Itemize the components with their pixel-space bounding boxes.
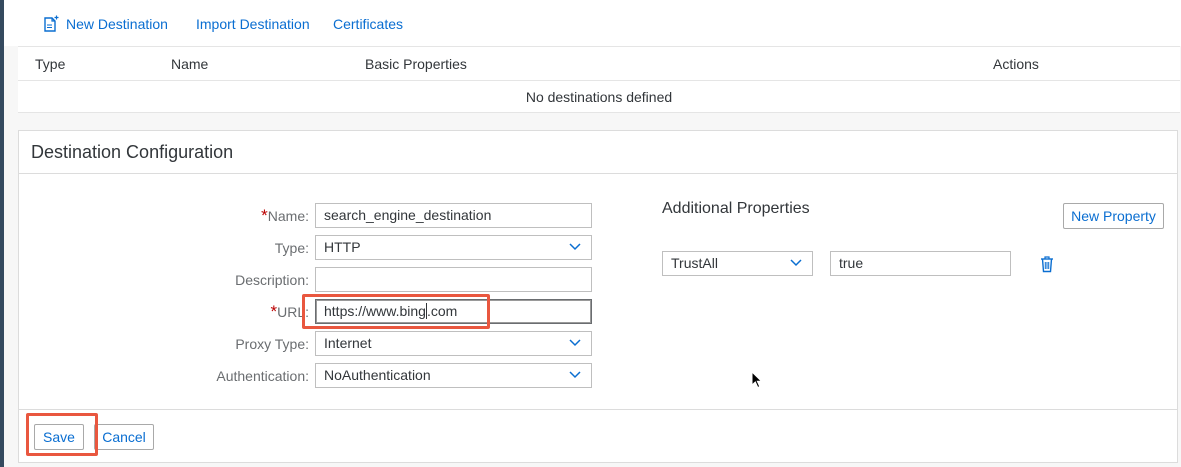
certificates-label: Certificates [333, 16, 404, 32]
proxy-type-select[interactable]: Internet [315, 331, 592, 356]
url-value-end: .com [426, 303, 458, 319]
table-header: Type Name Basic Properties Actions [18, 47, 1180, 81]
url-value-start: https://www.bing [324, 303, 426, 319]
panel-title: Destination Configuration [31, 142, 234, 162]
certificates-button[interactable]: Certificates [333, 14, 403, 34]
type-select[interactable]: HTTP [315, 235, 592, 260]
chevron-down-icon [569, 243, 581, 251]
new-destination-label: New Destination [66, 16, 168, 32]
type-select-value: HTTP [324, 239, 361, 255]
column-header-type: Type [35, 56, 66, 72]
property-value-input[interactable]: true [830, 251, 1011, 276]
chevron-down-icon [569, 371, 581, 379]
authentication-value: NoAuthentication [324, 367, 431, 383]
column-header-basic-properties: Basic Properties [365, 56, 467, 72]
panel-header: Destination Configuration [19, 131, 1177, 174]
description-input[interactable] [315, 267, 592, 292]
type-label: Type: [274, 240, 309, 256]
proxy-type-label: Proxy Type: [235, 336, 309, 352]
new-document-icon [44, 15, 59, 32]
toolbar: New Destination Import Destination Certi… [4, 0, 1181, 46]
new-property-button[interactable]: New Property [1063, 203, 1164, 229]
main-content: New Destination Import Destination Certi… [4, 0, 1181, 467]
cancel-button[interactable]: Cancel [94, 424, 154, 450]
new-destination-button[interactable]: New Destination [42, 14, 168, 34]
authentication-label: Authentication: [216, 368, 309, 384]
empty-table-message: No destinations defined [18, 81, 1180, 113]
name-input[interactable]: search_engine_destination [315, 203, 592, 228]
name-label: *Name: [19, 207, 309, 225]
additional-properties-title: Additional Properties [662, 200, 810, 217]
chevron-down-icon [790, 259, 802, 267]
required-marker: * [261, 206, 268, 225]
authentication-select[interactable]: NoAuthentication [315, 363, 592, 388]
column-header-actions: Actions [993, 56, 1039, 72]
url-label-text: URL: [277, 304, 309, 320]
url-label: *URL: [19, 303, 309, 321]
import-destination-label: Import Destination [196, 16, 310, 32]
proxy-type-value: Internet [324, 335, 372, 351]
column-header-name: Name [171, 56, 209, 72]
name-input-value: search_engine_destination [324, 207, 492, 223]
mouse-cursor-icon [751, 371, 763, 389]
panel-footer: Save Cancel [19, 409, 1177, 462]
description-label: Description: [235, 272, 309, 288]
destination-configuration-panel: Destination Configuration *Name: search_… [18, 130, 1178, 463]
trash-icon[interactable] [1039, 255, 1055, 273]
import-destination-button[interactable]: Import Destination [196, 14, 310, 34]
chevron-down-icon [569, 339, 581, 347]
destinations-table: Type Name Basic Properties Actions No de… [18, 46, 1180, 113]
property-key-value: TrustAll [671, 255, 718, 271]
property-value-text: true [839, 255, 864, 271]
url-input[interactable]: https://www.bing.com [315, 299, 592, 324]
property-key-select[interactable]: TrustAll [662, 251, 813, 276]
name-label-text: Name: [267, 208, 309, 224]
save-button[interactable]: Save [34, 424, 84, 450]
